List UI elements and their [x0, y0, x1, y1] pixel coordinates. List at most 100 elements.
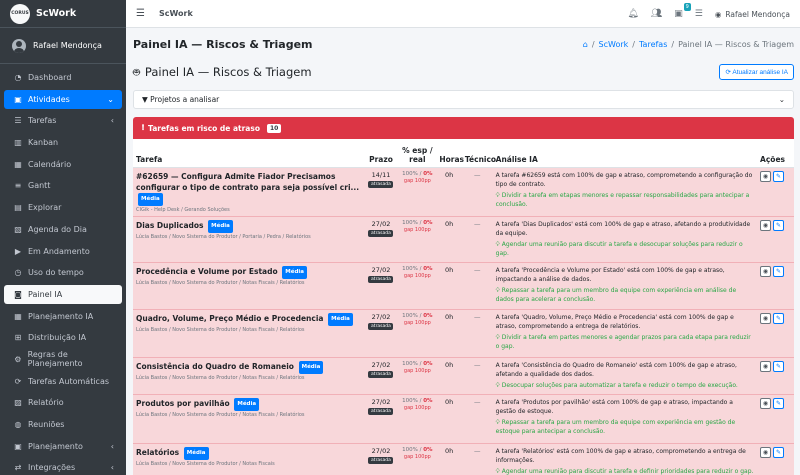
sidebar-item-label: Uso do tempo — [28, 268, 84, 278]
task-title-block: Relatórios Média — [136, 446, 361, 460]
sidebar-item-kanban[interactable]: ▥ Kanban — [4, 133, 122, 152]
hamburger-menu-icon[interactable]: ☰ — [136, 8, 145, 19]
late-badge: atrasada — [368, 407, 394, 415]
sidebar-item-regras-de-planejamento[interactable]: ⚙ Regras de Planejamento — [4, 350, 122, 369]
sidebar-item-label: Planejamento — [28, 441, 83, 451]
pct-expected: 100% — [402, 360, 418, 367]
task-title[interactable]: Dias Duplicados — [136, 221, 204, 230]
edit-button[interactable]: ✎ — [773, 170, 785, 182]
ai-analysis-cell: A tarefa 'Relatórios' está com 100% de g… — [492, 442, 758, 475]
notification-badge: 9 — [683, 3, 691, 11]
prazo-cell: 27/02 atrasada — [363, 393, 399, 443]
ai-suggestion-text: Dividir a tarefa em partes menores e age… — [495, 333, 751, 351]
task-path: Lúcia Bastos / Novo Sistema do Produtor … — [136, 326, 305, 333]
sidebar-item-tarefas-automaticas[interactable]: ⟳ Tarefas Automáticas — [4, 372, 122, 391]
agenda-icon: ▧ — [14, 224, 22, 234]
main-content: Painel IA — Riscos & Triagem ⌂ / ScWork … — [126, 28, 800, 475]
refresh-ai-analysis-button[interactable]: ⟳ Atualizar análise IA — [719, 64, 794, 80]
sidebar-item-gantt[interactable]: ≡ Gantt — [4, 176, 122, 195]
chevron-left-icon: ‹ — [110, 441, 114, 451]
ai-analysis-text: A tarefa 'Relatórios' está com 100% de g… — [495, 447, 746, 465]
late-badge: atrasada — [368, 456, 394, 464]
sidebar-item-planejamento-ia[interactable]: ▦ Planejamento IA — [4, 307, 122, 326]
sidebar-item-em-andamento[interactable]: ▶ Em Andamento — [4, 242, 122, 261]
view-button[interactable]: ◉ — [760, 397, 772, 409]
actions-cell: ◉ ✎ — [757, 261, 794, 309]
sidebar-item-dashboard[interactable]: ◔ Dashboard — [4, 68, 122, 87]
inbox-icon[interactable]: ▣ 9 — [674, 3, 691, 19]
col-header-prazo[interactable]: Prazo — [363, 139, 399, 168]
sidebar-item-label: Explorar — [28, 203, 62, 213]
pct-real: 0% — [423, 170, 433, 177]
sidebar-item-tarefas[interactable]: ☰ Tarefas ‹ — [4, 111, 122, 130]
edit-button[interactable]: ✎ — [773, 219, 785, 231]
sidebar-item-relatorio[interactable]: ▨ Relatório — [4, 393, 122, 412]
pencil-icon: ✎ — [776, 221, 782, 229]
home-icon[interactable]: ⌂ — [583, 40, 588, 49]
sidebar-item-integracoes[interactable]: ⇄ Integrações ‹ — [4, 458, 122, 475]
col-header-horas[interactable]: Horas — [436, 139, 464, 168]
actions-cell: ◉ ✎ — [757, 215, 794, 262]
pct-cell: 100% / 0% gap 100pp — [398, 308, 437, 357]
col-header-tarefa[interactable]: Tarefa — [133, 139, 364, 168]
late-badge: atrasada — [368, 229, 394, 237]
pencil-icon: ✎ — [776, 362, 782, 370]
tasks-list-icon[interactable]: ☰ — [695, 9, 703, 19]
projects-filter[interactable]: ▼ Projetos a analisar ⌄ — [133, 90, 794, 109]
ai-analysis-text: A tarefa #62659 está com 100% de gap e a… — [495, 171, 753, 189]
edit-button[interactable]: ✎ — [773, 312, 785, 324]
ai-suggestion-text: Repassar a tarefa para um membro da equi… — [495, 286, 737, 304]
view-button[interactable]: ◉ — [760, 360, 772, 372]
view-button[interactable]: ◉ — [760, 312, 772, 324]
ai-analysis-cell: A tarefa 'Dias Duplicados' está com 100%… — [492, 215, 758, 262]
calendar-icon: ▦ — [14, 159, 22, 169]
col-header-tecnico[interactable]: Técnico — [461, 139, 496, 168]
sidebar-item-agenda-do-dia[interactable]: ▧ Agenda do Dia — [4, 220, 122, 239]
ai-suggestion: 💡︎ Dividir a tarefa em partes menores e … — [496, 333, 754, 352]
view-button[interactable]: ◉ — [760, 219, 772, 231]
edit-button[interactable]: ✎ — [773, 360, 785, 372]
edit-button[interactable]: ✎ — [773, 446, 785, 458]
task-title[interactable]: Consistência do Quadro de Romaneio — [136, 362, 294, 371]
task-title[interactable]: #62659 — Configura Admite Fiador Precisa… — [136, 172, 359, 192]
task-title[interactable]: Procedência e Volume por Estado — [136, 267, 278, 276]
topbar-user-menu[interactable]: ◉ Rafael Mendonça — [715, 10, 790, 19]
robot-icon: 🤖︎ — [133, 64, 140, 79]
refresh-icon: ⟳ — [725, 69, 731, 76]
view-button[interactable]: ◉ — [760, 446, 772, 458]
chevron-down-icon[interactable]: ⌄ — [779, 95, 785, 104]
users-icon[interactable]: 👥︎ — [651, 9, 662, 19]
sidebar-item-atividades[interactable]: ▣ Atividades ⌄ — [4, 89, 122, 109]
task-title[interactable]: Quadro, Volume, Preço Médio e Procedenci… — [136, 314, 323, 323]
breadcrumb-item-tarefas[interactable]: Tarefas — [639, 40, 667, 49]
topbar-title[interactable]: ScWork — [159, 9, 193, 18]
integrations-icon: ⇄ — [14, 463, 22, 473]
sidebar-item-label: Em Andamento — [28, 246, 90, 256]
pct-values: 100% / 0% — [402, 312, 433, 319]
sidebar-item-distribuicao-ia[interactable]: ⊞ Distribuição IA — [4, 328, 122, 347]
col-header-pct[interactable]: % esp / real — [398, 139, 437, 168]
pct-real: 0% — [423, 397, 433, 404]
sidebar-item-calendario[interactable]: ▦ Calendário — [4, 155, 122, 174]
sidebar-item-planejamento[interactable]: ▣ Planejamento ‹ — [4, 437, 122, 456]
priority-badge: Média — [183, 446, 209, 460]
bell-icon[interactable]: 🔔︎ — [627, 9, 638, 19]
view-button[interactable]: ◉ — [760, 265, 772, 277]
sidebar-item-painel-ia[interactable]: ◙ Painel IA — [4, 284, 122, 304]
sidebar-item-label: Painel IA — [28, 289, 63, 299]
edit-button[interactable]: ✎ — [773, 397, 785, 409]
panel-title-text: Painel IA — Riscos & Triagem — [144, 65, 312, 79]
ai-analysis-text: A tarefa 'Dias Duplicados' está com 100%… — [495, 220, 751, 238]
task-title[interactable]: Produtos por pavilhão — [136, 399, 230, 408]
task-title[interactable]: Relatórios — [136, 448, 179, 457]
breadcrumb-item-scwork[interactable]: ScWork — [599, 40, 629, 49]
sidebar-item-uso-do-tempo[interactable]: ◷ Uso do tempo — [4, 263, 122, 282]
user-panel[interactable]: Rafael Mendonça — [0, 28, 126, 64]
edit-button[interactable]: ✎ — [773, 265, 785, 277]
sidebar-item-explorar[interactable]: ▤ Explorar — [4, 198, 122, 217]
task-cell: Dias Duplicados Média Lúcia Bastos / Nov… — [133, 215, 364, 262]
sidebar-item-reunioes[interactable]: ◍ Reuniões — [4, 415, 122, 434]
view-button[interactable]: ◉ — [760, 170, 772, 182]
brand[interactable]: CORUS ScWork — [0, 0, 126, 28]
pencil-icon: ✎ — [776, 267, 782, 275]
